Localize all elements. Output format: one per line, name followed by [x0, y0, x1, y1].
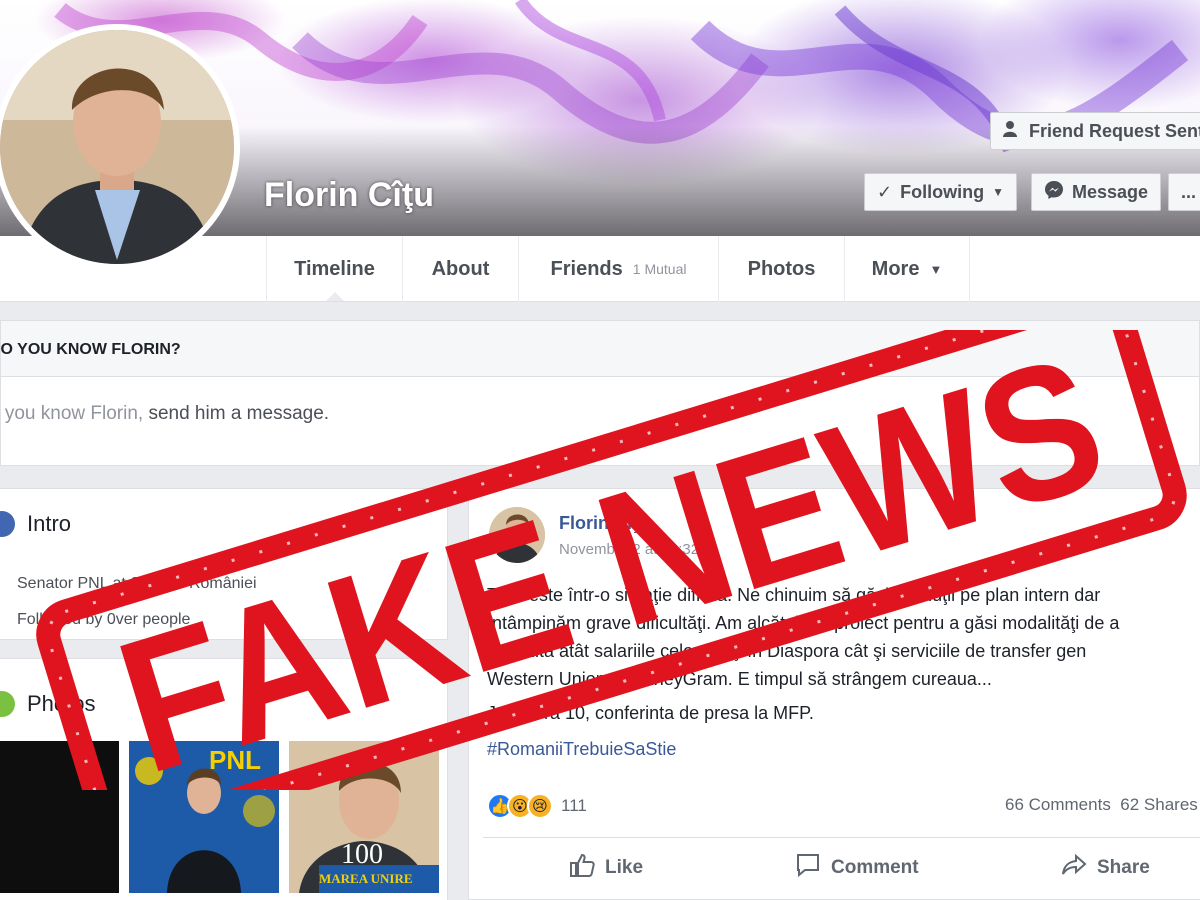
post-line: întâmpinăm grave dificultăţi. Am alcătui…	[487, 613, 1120, 633]
share-label: Share	[1097, 857, 1150, 878]
photo-thumbnail[interactable]	[0, 741, 119, 893]
post-body: Ţara este într-o situaţie dificilă. Ne c…	[487, 581, 1200, 693]
photos-card: Photos PNL 100 MAREA UNIRE	[0, 658, 448, 900]
active-tab-indicator	[326, 292, 344, 301]
intro-card: Intro Senator PNL at Senatul României Fo…	[0, 488, 448, 640]
photo-thumbnail[interactable]: PNL	[129, 741, 279, 893]
post-card: Florin Cîţu November 2 at 12:32 Ţara est…	[468, 488, 1200, 900]
post-line: Ţara este într-o situaţie dificilă. Ne c…	[487, 585, 1101, 605]
like-button[interactable]: Like	[569, 851, 643, 885]
do-you-know-prefix: If you know Florin,	[0, 403, 144, 424]
tab-about[interactable]: About	[402, 236, 518, 302]
send-message-link[interactable]: send him a message.	[148, 403, 329, 424]
checkmark-icon: ✓	[877, 181, 893, 202]
shares-count-link[interactable]: 62 Shares	[1120, 795, 1198, 814]
do-you-know-heading: DO YOU KNOW FLORIN?	[0, 321, 1199, 377]
tab-more-label: More	[871, 257, 920, 280]
reactions-summary[interactable]: 👍 😮 😢 111	[487, 793, 587, 819]
sad-reaction-icon: 😢	[527, 793, 553, 819]
message-label: Message	[1072, 181, 1149, 202]
post-press-line: Joi la ora 10, conferinta de presa la MF…	[487, 703, 814, 723]
divider	[483, 837, 1200, 838]
photo-thumbnail[interactable]: 100 MAREA UNIRE	[289, 741, 439, 893]
tab-friends-label: Friends	[550, 257, 623, 280]
pnl-logo: PNL	[209, 745, 261, 775]
like-label: Like	[605, 857, 644, 878]
post-line: impozita atât salariile celor aflaţi în …	[487, 641, 1087, 661]
intro-occupation: Senator PNL at Senatul României	[17, 575, 257, 592]
share-arrow-icon	[1061, 853, 1087, 883]
post-author-name[interactable]: Florin Cîţu	[559, 513, 649, 534]
ellipsis-icon: ...	[1181, 181, 1197, 202]
tab-friends[interactable]: Friends 1 Mutual	[518, 236, 718, 302]
comments-count-link[interactable]: 66 Comments	[1005, 795, 1111, 814]
post-author-avatar[interactable]	[489, 507, 545, 563]
thumbs-up-icon	[569, 853, 595, 883]
tab-photos-label: Photos	[747, 257, 816, 280]
comment-button[interactable]: Comment	[795, 851, 919, 885]
tab-timeline-label: Timeline	[294, 257, 375, 280]
intro-title: Intro	[27, 511, 72, 536]
photos-title[interactable]: Photos	[27, 691, 96, 717]
tab-more[interactable]: More ▼	[844, 236, 970, 302]
messenger-icon	[1044, 180, 1064, 205]
friend-request-sent-button[interactable]: Friend Request Sent	[990, 112, 1200, 150]
caret-down-icon: ▼	[929, 261, 943, 277]
friends-mutual-count: 1 Mutual	[632, 261, 687, 277]
caret-down-icon: ▼	[992, 185, 1004, 199]
centenary-caption: MAREA UNIRE	[319, 871, 413, 886]
post-hashtag[interactable]: #RomaniiTrebuieSaStie	[487, 739, 676, 760]
post-stats: 66 Comments 62 Shares	[1005, 795, 1198, 815]
centenary-number: 100	[341, 839, 383, 870]
comment-label: Comment	[831, 857, 919, 878]
do-you-know-card: DO YOU KNOW FLORIN? If you know Florin, …	[0, 320, 1200, 466]
profile-name: Florin Cîţu	[264, 176, 434, 214]
more-options-button[interactable]: ...	[1168, 173, 1200, 211]
following-button[interactable]: ✓ Following ▼	[864, 173, 1017, 211]
person-add-icon	[1003, 120, 1021, 142]
do-you-know-body: If you know Florin, send him a message.	[0, 377, 1199, 425]
globe-icon	[0, 511, 15, 537]
post-timestamp[interactable]: November 2 at 12:32	[559, 541, 699, 558]
share-button[interactable]: Share	[1061, 851, 1150, 885]
tab-photos[interactable]: Photos	[718, 236, 844, 302]
post-line: Western Union şi MoneyGram. E timpul să …	[487, 669, 992, 689]
intro-followers: Followed by 0ver people	[17, 611, 191, 628]
friend-request-label: Friend Request Sent	[1029, 120, 1200, 141]
following-label: Following	[900, 181, 985, 202]
tab-about-label: About	[431, 257, 490, 280]
profile-picture[interactable]	[0, 24, 240, 270]
message-button[interactable]: Message	[1031, 173, 1162, 211]
comment-bubble-icon	[795, 853, 821, 883]
reactions-count: 111	[561, 796, 587, 815]
photos-icon	[0, 691, 15, 717]
